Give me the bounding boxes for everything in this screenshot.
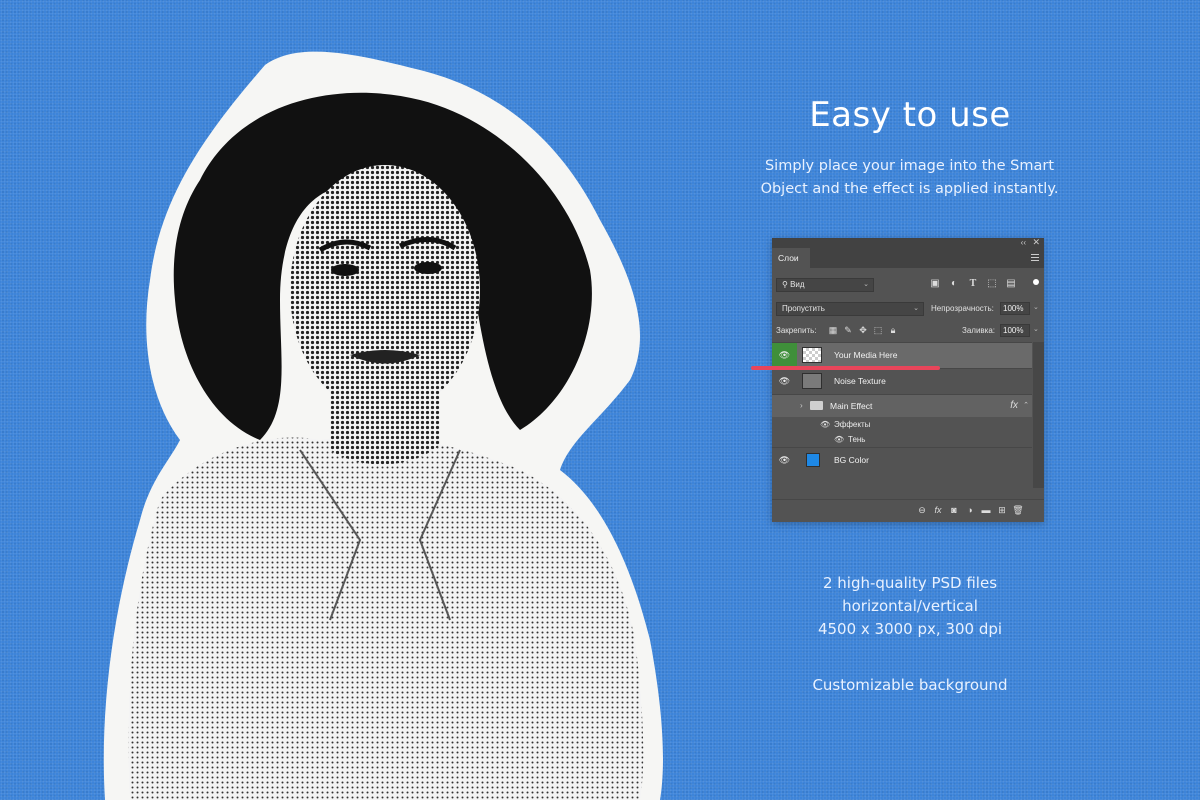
new-layer-icon[interactable]: ⊞ — [996, 505, 1008, 516]
layer-main-effect[interactable]: › Main Effect fx ⌃ — [772, 394, 1032, 417]
heading-subtitle: Simply place your image into the Smart O… — [722, 155, 1097, 201]
close-panel-icon[interactable]: ✕ — [1032, 237, 1040, 248]
layer-thumbnail — [802, 347, 822, 363]
adjustment-icon[interactable]: ◑ — [964, 505, 976, 515]
lock-pixels-icon[interactable]: ✎ — [843, 325, 853, 336]
effects-row[interactable]: 👁︎ Эффекты — [772, 417, 1032, 432]
eye-icon[interactable]: 👁︎ — [772, 369, 797, 394]
fill-label: Заливка: — [962, 326, 996, 335]
panel-menu-icon[interactable] — [1031, 254, 1039, 263]
layer-noise-texture[interactable]: 👁︎ Noise Texture — [772, 368, 1032, 394]
chevron-up-icon[interactable]: ⌃ — [1023, 395, 1029, 417]
lock-all-icon[interactable]: 🔒︎ — [888, 325, 898, 336]
image-filter-icon[interactable]: ▣ — [930, 279, 940, 289]
layer-your-media-here[interactable]: 👁︎ Your Media Here — [772, 342, 1032, 368]
specs-list: 2 high-quality PSD files horizontal/vert… — [760, 572, 1060, 641]
lock-row: Закрепить: ▦ ✎ ✥ ⬚ 🔒︎ Заливка: 100% ⌄ — [776, 324, 1040, 338]
spec-custom-background: Customizable background — [812, 676, 1008, 694]
filter-kind-value: Вид — [790, 280, 805, 289]
lock-artboard-icon[interactable]: ⬚ — [873, 325, 883, 336]
panel-actions: ⊖ fx ◙ ◑ ▬ ⊞ 🗑︎ — [912, 505, 1024, 516]
fill-input[interactable]: 100% — [1000, 324, 1030, 337]
trash-icon[interactable]: 🗑︎ — [1012, 505, 1024, 516]
folder-icon — [810, 401, 823, 410]
lock-label: Закрепить: — [776, 326, 817, 335]
spec-orientation: horizontal/vertical — [842, 597, 978, 615]
blend-row: Пропустить ⌄ Непрозрачность: 100% ⌄ — [776, 301, 1040, 317]
layer-name: BG Color — [834, 455, 869, 465]
adjustment-filter-icon[interactable]: ◐ — [949, 279, 959, 289]
search-icon: ⚲ — [782, 280, 791, 289]
layer-bg-color[interactable]: 👁︎ BG Color — [772, 447, 1032, 473]
layer-name: Noise Texture — [834, 376, 886, 386]
halftone-portrait-sticker — [103, 51, 663, 800]
layer-name: Main Effect — [830, 401, 873, 411]
layer-filter-row: ⚲ Вид ⌄ ▣ ◐ T ⬚ ▤ — [776, 277, 1040, 293]
layer-thumbnail — [802, 373, 822, 389]
eye-icon[interactable]: 👁︎ — [772, 343, 797, 368]
smart-object-filter-icon[interactable]: ▤ — [1006, 279, 1016, 289]
filter-kind-select[interactable]: ⚲ Вид ⌄ — [776, 278, 874, 292]
lock-position-icon[interactable]: ✥ — [858, 325, 868, 336]
spec-resolution: 4500 x 3000 px, 300 dpi — [817, 620, 1003, 638]
shadow-effect-row[interactable]: 👁︎ Тень — [772, 432, 1032, 447]
panel-title-bar: ‹‹ ✕ — [772, 237, 1044, 248]
collapse-panel-icon[interactable]: ‹‹ — [1021, 238, 1026, 247]
heading-title: Easy to use — [809, 95, 1011, 135]
chevron-right-icon[interactable]: › — [800, 395, 803, 417]
chevron-down-icon[interactable]: ⌄ — [1033, 303, 1039, 311]
filter-icons: ▣ ◐ T ⬚ ▤ — [930, 278, 1025, 289]
eye-icon[interactable]: 👁︎ — [820, 417, 830, 432]
effects-label: Эффекты — [834, 420, 871, 429]
layers-panel: ‹‹ ✕ Слои ⚲ Вид ⌄ ▣ ◐ T ⬚ ▤ Пропустить ⌄ Неп… — [772, 237, 1044, 522]
highlight-underline — [751, 366, 940, 370]
eye-icon[interactable]: 👁︎ — [772, 448, 797, 473]
chevron-down-icon[interactable]: ⌄ — [1033, 325, 1039, 333]
type-filter-icon[interactable]: T — [968, 279, 978, 289]
eye-icon[interactable]: 👁︎ — [834, 432, 844, 447]
shape-filter-icon[interactable]: ⬚ — [987, 279, 997, 289]
opacity-input[interactable]: 100% — [1000, 302, 1030, 315]
link-icon[interactable]: ⊖ — [916, 505, 928, 516]
color-swatch — [806, 453, 820, 467]
chevron-down-icon: ⌄ — [913, 305, 919, 312]
folder-icon[interactable]: ▬ — [980, 505, 992, 515]
blend-mode-value: Пропустить — [782, 304, 825, 313]
shadow-label: Тень — [848, 435, 866, 444]
layers-scrollbar[interactable] — [1033, 342, 1044, 488]
lock-transparency-icon[interactable]: ▦ — [828, 325, 838, 336]
layer-name: Your Media Here — [834, 350, 898, 360]
fx-icon[interactable]: fx — [1010, 395, 1018, 417]
subtitle-line-1: Simply place your image into the Smart — [764, 158, 1055, 174]
blend-mode-select[interactable]: Пропустить ⌄ — [776, 302, 924, 316]
opacity-label: Непрозрачность: — [931, 304, 994, 313]
layer-list: 👁︎ Your Media Here 👁︎ Noise Texture › Ma… — [772, 342, 1032, 473]
panel-bottom-bar: ⊖ fx ◙ ◑ ▬ ⊞ 🗑︎ — [772, 499, 1044, 522]
mask-icon[interactable]: ◙ — [948, 505, 960, 515]
chevron-down-icon: ⌄ — [863, 281, 869, 288]
subtitle-line-2: Object and the effect is applied instant… — [760, 181, 1059, 197]
panel-tab-bar: Слои — [772, 248, 1044, 268]
tab-layers[interactable]: Слои — [772, 248, 810, 268]
filter-toggle-icon[interactable] — [1033, 279, 1039, 285]
spec-files: 2 high-quality PSD files — [822, 574, 998, 592]
fx-icon[interactable]: fx — [932, 505, 944, 515]
lock-icons: ▦ ✎ ✥ ⬚ 🔒︎ — [828, 325, 903, 336]
